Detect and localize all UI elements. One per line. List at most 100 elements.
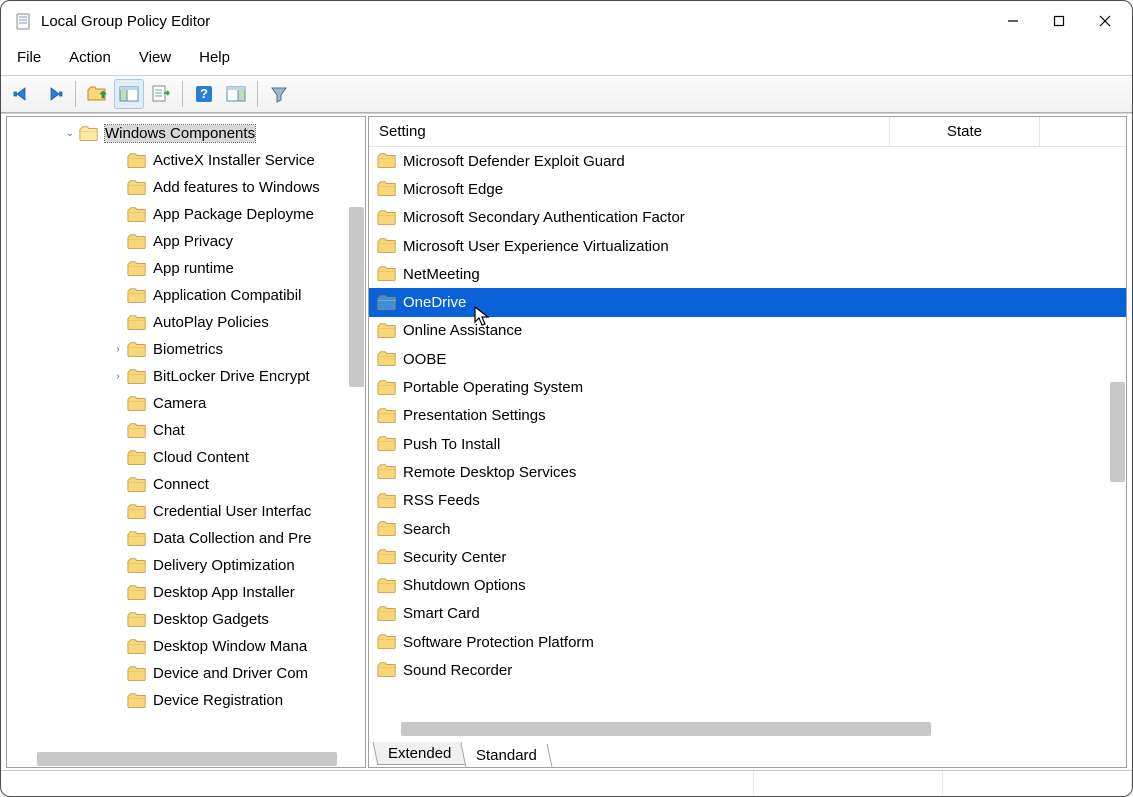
- list-item[interactable]: Remote Desktop Services: [369, 458, 1126, 486]
- list-item[interactable]: Microsoft Defender Exploit Guard: [369, 147, 1126, 175]
- tree-item[interactable]: › BitLocker Drive Encrypt: [7, 363, 365, 390]
- list-item[interactable]: OneDrive: [369, 288, 1126, 316]
- up-one-level-button[interactable]: [82, 79, 112, 109]
- menu-action[interactable]: Action: [55, 45, 125, 70]
- menu-view[interactable]: View: [125, 45, 185, 70]
- folder-icon: [127, 314, 147, 332]
- tree-item[interactable]: Delivery Optimization: [7, 552, 365, 579]
- list-item[interactable]: NetMeeting: [369, 260, 1126, 288]
- folder-icon: [127, 503, 147, 521]
- list-item-label: Portable Operating System: [403, 379, 583, 396]
- list-item[interactable]: Software Protection Platform: [369, 628, 1126, 656]
- forward-button[interactable]: [39, 79, 69, 109]
- list-item[interactable]: Push To Install: [369, 430, 1126, 458]
- toolbar: ?: [1, 75, 1132, 113]
- list-item[interactable]: Security Center: [369, 543, 1126, 571]
- folder-icon: [127, 341, 147, 359]
- tree-item[interactable]: Device Registration: [7, 687, 365, 714]
- tree-item-label: Biometrics: [153, 341, 223, 358]
- folder-icon: [377, 463, 397, 481]
- minimize-button[interactable]: [990, 5, 1036, 37]
- maximize-button[interactable]: [1036, 5, 1082, 37]
- list-item[interactable]: Microsoft Edge: [369, 175, 1126, 203]
- menu-file[interactable]: File: [3, 45, 55, 70]
- tree-item[interactable]: Connect: [7, 471, 365, 498]
- list-item-label: Search: [403, 521, 451, 538]
- tree-list[interactable]: ⌄ Windows Components ActiveX Installer S…: [7, 117, 365, 749]
- list-item[interactable]: Microsoft User Experience Virtualization: [369, 232, 1126, 260]
- expand-collapse-icon[interactable]: ›: [111, 371, 125, 382]
- tree-item[interactable]: Camera: [7, 390, 365, 417]
- tree-item[interactable]: Desktop Window Mana: [7, 633, 365, 660]
- folder-icon: [377, 294, 397, 312]
- tree-item[interactable]: Application Compatibil: [7, 282, 365, 309]
- tree-item-label: Windows Components: [105, 125, 255, 142]
- folder-icon: [377, 492, 397, 510]
- show-hide-action-button[interactable]: [221, 79, 251, 109]
- expand-collapse-icon[interactable]: ›: [111, 344, 125, 355]
- tree-item[interactable]: AutoPlay Policies: [7, 309, 365, 336]
- list-item[interactable]: Microsoft Secondary Authentication Facto…: [369, 204, 1126, 232]
- list-item-label: Microsoft Secondary Authentication Facto…: [403, 209, 685, 226]
- tree-item[interactable]: App Package Deployme: [7, 201, 365, 228]
- app-icon: [15, 12, 33, 30]
- tree-item[interactable]: Device and Driver Com: [7, 660, 365, 687]
- export-list-button[interactable]: [146, 79, 176, 109]
- tree-item[interactable]: Credential User Interfac: [7, 498, 365, 525]
- list-item[interactable]: Smart Card: [369, 600, 1126, 628]
- window: Local Group Policy Editor File Action Vi…: [0, 0, 1133, 797]
- folder-icon: [377, 265, 397, 283]
- list-area[interactable]: Microsoft Defender Exploit Guard Microso…: [369, 147, 1126, 737]
- folder-icon: [127, 638, 147, 656]
- filter-button[interactable]: [264, 79, 294, 109]
- folder-icon: [127, 152, 147, 170]
- menu-bar: File Action View Help: [1, 41, 1132, 75]
- tree-item[interactable]: ActiveX Installer Service: [7, 147, 365, 174]
- list-item-label: OOBE: [403, 351, 446, 368]
- column-header-blank[interactable]: [1039, 117, 1094, 146]
- show-hide-tree-button[interactable]: [114, 79, 144, 109]
- list-item-label: RSS Feeds: [403, 492, 480, 509]
- tree-item[interactable]: › Biometrics: [7, 336, 365, 363]
- list-item-label: Microsoft Edge: [403, 181, 503, 198]
- expand-collapse-icon[interactable]: ⌄: [63, 128, 77, 139]
- tree-item-label: App Privacy: [153, 233, 233, 250]
- close-button[interactable]: [1082, 5, 1128, 37]
- list-item[interactable]: Shutdown Options: [369, 571, 1126, 599]
- tree-item[interactable]: Desktop App Installer: [7, 579, 365, 606]
- list-item[interactable]: Portable Operating System: [369, 373, 1126, 401]
- list-item[interactable]: Presentation Settings: [369, 402, 1126, 430]
- window-title: Local Group Policy Editor: [41, 13, 990, 30]
- folder-icon: [127, 584, 147, 602]
- back-button[interactable]: [7, 79, 37, 109]
- tab-extended[interactable]: Extended: [373, 742, 467, 765]
- tree-item[interactable]: Cloud Content: [7, 444, 365, 471]
- help-button[interactable]: ?: [189, 79, 219, 109]
- tree-item-label: BitLocker Drive Encrypt: [153, 368, 310, 385]
- list-item[interactable]: OOBE: [369, 345, 1126, 373]
- tree-item[interactable]: Data Collection and Pre: [7, 525, 365, 552]
- list-hscrollbar[interactable]: [401, 722, 931, 736]
- tree-item-label: App runtime: [153, 260, 234, 277]
- tree-item[interactable]: App Privacy: [7, 228, 365, 255]
- list-item[interactable]: RSS Feeds: [369, 487, 1126, 515]
- folder-icon: [377, 152, 397, 170]
- column-header-state[interactable]: State: [889, 117, 1039, 146]
- list-item[interactable]: Online Assistance: [369, 317, 1126, 345]
- folder-icon: [377, 633, 397, 651]
- tree-item-label: Chat: [153, 422, 185, 439]
- folder-icon: [127, 611, 147, 629]
- column-header-setting[interactable]: Setting: [369, 123, 889, 140]
- tree-item[interactable]: App runtime: [7, 255, 365, 282]
- menu-help[interactable]: Help: [185, 45, 244, 70]
- tree-item[interactable]: Add features to Windows: [7, 174, 365, 201]
- tree-item[interactable]: Chat: [7, 417, 365, 444]
- tree-item-root[interactable]: ⌄ Windows Components: [7, 120, 365, 147]
- tab-standard[interactable]: Standard: [461, 744, 553, 767]
- folder-icon: [377, 322, 397, 340]
- list-item[interactable]: Search: [369, 515, 1126, 543]
- tree-hscrollbar[interactable]: [37, 752, 337, 766]
- list-item[interactable]: Sound Recorder: [369, 656, 1126, 684]
- list-item-label: Sound Recorder: [403, 662, 512, 679]
- tree-item[interactable]: Desktop Gadgets: [7, 606, 365, 633]
